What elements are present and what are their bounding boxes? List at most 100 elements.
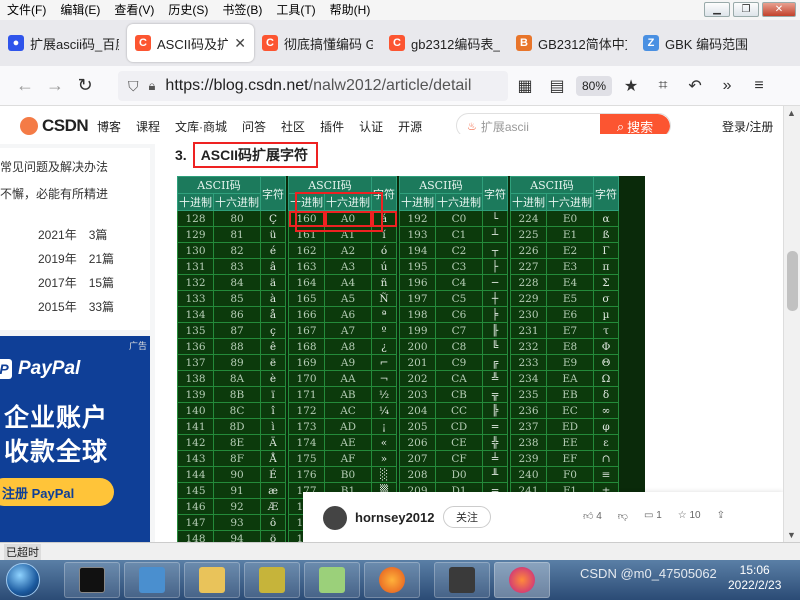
like-button[interactable]: 👍︎ 4 (583, 510, 602, 522)
cell-hex: 84 (213, 274, 261, 291)
author-name[interactable]: hornsey2012 (355, 510, 435, 525)
screenshot-icon[interactable]: ⌗ (650, 77, 676, 95)
cell-char: é (260, 242, 286, 259)
menu-view[interactable]: 查看(V) (107, 0, 161, 20)
cell-char: ┬ (482, 242, 508, 259)
table-row: 137 89 ë (177, 354, 286, 371)
shield-icon[interactable]: ⛉ (128, 78, 139, 95)
menu-bookmarks[interactable]: 书签(B) (215, 0, 269, 20)
nav-library-mall[interactable]: 文库·商城 (175, 118, 227, 135)
forward-icon[interactable]: → (40, 75, 70, 96)
tab-gb2312[interactable]: C gb2312编码表_ (381, 24, 508, 62)
cell-dec: 192 (399, 210, 436, 227)
star-icon: ☆ (677, 510, 687, 521)
cell-hex: F0 (546, 466, 594, 483)
taskbar-cmd[interactable] (64, 562, 120, 598)
tab-encoding[interactable]: C 彻底搞懂编码 G (254, 24, 381, 62)
vertical-scrollbar[interactable]: ▲ ▼ (783, 106, 800, 542)
table-row: 168 A8 ¿ (288, 338, 397, 355)
menu-history[interactable]: 历史(S) (161, 0, 215, 20)
cell-hex: B0 (324, 466, 372, 483)
tab-label: ASCII码及扩展 (157, 36, 229, 52)
lock-icon[interactable]: 🔒︎ (149, 78, 156, 94)
ad-brand-text: PayPal (18, 358, 81, 379)
archive-item[interactable]: 2021年 3篇 (38, 226, 107, 243)
scroll-up-icon[interactable]: ▲ (787, 108, 796, 118)
taskbar-app-yellow[interactable] (244, 562, 300, 598)
login-link[interactable]: 登录/注册 (722, 118, 773, 135)
nav-courses[interactable]: 课程 (136, 118, 160, 135)
archive-item[interactable]: 2015年 33篇 (38, 298, 114, 315)
nav-toolbar: ▦ ▤ 80% ★ ⌗ ↶ » ≡ (512, 71, 772, 101)
zoom-level[interactable]: 80% (576, 76, 613, 96)
sidebar-text[interactable]: 常见问题及解决办法 (0, 158, 108, 175)
taskbar-firefox-active[interactable] (494, 562, 550, 598)
system-clock[interactable]: 15:06 2022/2/23 (728, 563, 781, 593)
menu-edit[interactable]: 编辑(E) (53, 0, 107, 20)
menu-tools[interactable]: 工具(T) (269, 0, 322, 20)
menu-file[interactable]: 文件(F) (0, 0, 53, 20)
undo-icon[interactable]: ↶ (682, 76, 708, 96)
firefox-icon (509, 567, 535, 593)
table-row: 143 8F Å (177, 450, 286, 467)
table-row: 171 AB ½ (288, 386, 397, 403)
table-row: 233 E9 Θ (510, 354, 619, 371)
table-row: 226 E2 Γ (510, 242, 619, 259)
minimize-icon[interactable]: ▁ (704, 2, 730, 17)
overflow-chevron-icon[interactable]: » (714, 77, 740, 95)
nav-plugins[interactable]: 插件 (320, 118, 344, 135)
taskbar-notepad[interactable] (304, 562, 360, 598)
cell-dec: 167 (288, 322, 325, 339)
tab-gb2312-simplified[interactable]: B GB2312简体中文 (508, 24, 635, 62)
search-input[interactable]: ♨ 扩展ascii (467, 118, 529, 135)
favorite-button[interactable]: ☆ 10 (678, 510, 701, 522)
taskbar-firefox[interactable] (364, 562, 420, 598)
reader-view-icon[interactable]: ▤ (544, 76, 570, 96)
csdn-logo[interactable]: CSDN (20, 116, 89, 136)
header-char: 字符 (260, 176, 286, 211)
start-button[interactable] (6, 563, 40, 597)
taskbar-network[interactable] (124, 562, 180, 598)
taskbar-app-bolt[interactable] (434, 562, 490, 598)
nav-blog[interactable]: 博客 (97, 118, 121, 135)
cell-char: ê (260, 338, 286, 355)
tab-gbk[interactable]: Z GBK 编码范围 (635, 24, 755, 62)
cell-char: Ñ (371, 290, 397, 307)
reload-icon[interactable]: ↻ (70, 75, 100, 96)
tab-baidu[interactable]: ● 扩展ascii码_百度 (0, 24, 127, 62)
back-icon[interactable]: ← (10, 75, 40, 96)
cell-char: ─ (482, 274, 508, 291)
nav-qa[interactable]: 问答 (242, 118, 266, 135)
menu-icon[interactable]: ≡ (746, 77, 772, 95)
cell-hex: A6 (324, 306, 372, 323)
url-bar[interactable]: ⛉ 🔒︎ https://blog.csdn.net/nalw2012/arti… (118, 71, 508, 101)
share-button[interactable]: ⇪ (717, 510, 725, 522)
scroll-thumb[interactable] (787, 251, 798, 311)
tab-ascii[interactable]: C ASCII码及扩展 ✕ (127, 24, 254, 62)
archive-item[interactable]: 2019年 21篇 (38, 250, 114, 267)
ad-signup-button[interactable]: 注册 PayPal (0, 478, 114, 506)
bookmark-star-icon[interactable]: ★ (618, 76, 644, 96)
nav-certification[interactable]: 认证 (359, 118, 383, 135)
sidebar-text[interactable]: 不懈，必能有所精进 (0, 185, 108, 202)
avatar[interactable] (323, 506, 347, 530)
header-ascii: ASCII码 (399, 176, 483, 194)
close-tab-icon[interactable]: ✕ (234, 35, 246, 52)
close-icon[interactable]: ✕ (762, 2, 796, 17)
qr-code-icon[interactable]: ▦ (512, 76, 538, 96)
paypal-ad[interactable]: 广告 P PayPal 企业账户 收款全球 注册 PayPal (0, 336, 150, 542)
archive-item[interactable]: 2017年 15篇 (38, 274, 114, 291)
cell-char: ¡ (371, 418, 397, 435)
dislike-button[interactable]: 👎︎ (618, 510, 628, 522)
taskbar-explorer[interactable] (184, 562, 240, 598)
maximize-icon[interactable]: ❐ (733, 2, 759, 17)
cell-hex: C8 (435, 338, 483, 355)
cell-char: É (260, 466, 286, 483)
scroll-down-icon[interactable]: ▼ (787, 530, 796, 540)
table-row: 173 AD ¡ (288, 418, 397, 435)
nav-community[interactable]: 社区 (281, 118, 305, 135)
follow-button[interactable]: 关注 (443, 506, 491, 528)
menu-help[interactable]: 帮助(H) (323, 0, 378, 20)
comment-button[interactable]: ▭ 1 (644, 510, 662, 522)
nav-opensource[interactable]: 开源 (398, 118, 422, 135)
